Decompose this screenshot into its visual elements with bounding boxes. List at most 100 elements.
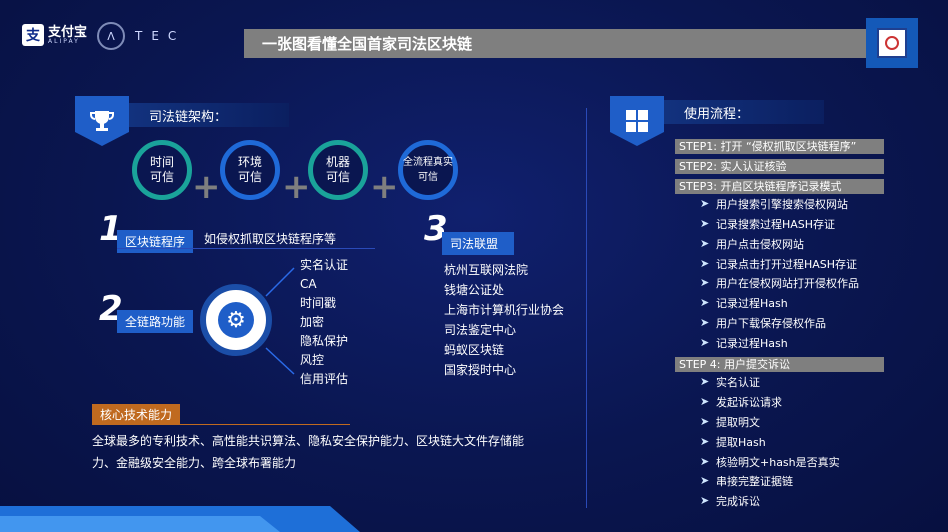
alipay-name: 支付宝 [48,24,88,40]
step-item-label: 实名认证 [716,376,760,389]
send-arrow-icon: ➤ [700,415,710,428]
step-item-label: 提取明文 [716,416,760,429]
architecture-heading-bar: 司法链架构： [129,103,289,127]
atec-name: TEC [135,29,186,43]
step3-item: ➤ 用户搜索引擎搜索侵权网站 [700,196,848,212]
feature-item: 实名认证 [300,258,349,272]
step2-bar: STEP2: 实人认证核验 [675,159,884,174]
step4-item: ➤ 提取Hash [700,434,766,450]
step-item-label: 核验明文+hash是否真实 [716,456,840,469]
step1-bar: STEP1: 打开 “侵权抓取区块链程序” [675,139,884,154]
feature-item: 信用评估 [300,372,349,386]
architecture-heading: 司法链架构： [149,109,228,125]
trophy-icon [90,111,114,131]
atec-mark-icon: Λ [97,22,125,50]
feature-item: 加密 [300,315,325,329]
page-title: 一张图看懂全国首家司法区块链 [262,35,473,53]
step-item-label: 用户点击侵权网站 [716,238,804,251]
step3-item: ➤ 用户点击侵权网站 [700,236,804,252]
step3-item: ➤ 用户在侵权网站打开侵权作品 [700,275,859,291]
circle-environment-trust: 环境 可信 [220,140,280,200]
alliance-list: 杭州互联网法院 钱塘公证处 上海市计算机行业协会 司法鉴定中心 蚂蚁区块链 国家… [444,260,564,380]
send-arrow-icon: ➤ [700,455,710,468]
step4-item: ➤ 发起诉讼请求 [700,394,782,410]
alipay-logo: 支 支付宝 ALIPAY [22,24,87,46]
circle-line1: 全流程真实 [403,157,453,168]
usage-heading-bar: 使用流程： [664,100,824,124]
step3-item: ➤ 记录过程Hash [700,335,788,351]
circle-line2: 可信 [325,170,350,184]
core-tech-desc: 全球最多的专利技术、高性能共识算法、隐私安全保护能力、区块链大文件存储能 力、金… [92,430,562,474]
circle-machine-trust: 机器 可信 [308,140,368,200]
item2-tag: 全链路功能 [117,310,194,333]
send-arrow-icon: ➤ [700,217,710,230]
feature-item: 时间戳 [300,296,337,310]
step-item-label: 发起诉讼请求 [716,396,782,409]
core-desc-line: 全球最多的专利技术、高性能共识算法、隐私安全保护能力、区块链大文件存储能 [92,434,525,448]
circle-line2: 可信 [418,172,438,183]
trophy-badge [75,96,129,146]
step-item-label: 记录搜索过程HASH存证 [716,218,836,231]
send-arrow-icon: ➤ [700,336,710,349]
step4-bar: STEP 4: 用户提交诉讼 [675,357,884,372]
page-title-bar: 一张图看懂全国首家司法区块链 [244,29,892,58]
step-item-label: 用户下载保存侵权作品 [716,317,826,330]
plus-sign: + [370,167,399,207]
alliance-member: 钱塘公证处 [444,283,505,297]
plus-sign: + [192,167,221,207]
court-emblem-icon [877,28,907,58]
send-arrow-icon: ➤ [700,435,710,448]
send-arrow-icon: ➤ [700,395,710,408]
feature-item: CA [300,277,317,291]
alliance-member: 上海市计算机行业协会 [444,303,565,317]
circle-line1: 时间 [149,155,174,169]
windows-badge [610,96,664,146]
send-arrow-icon: ➤ [700,276,710,289]
step-item-label: 记录过程Hash [716,297,788,310]
bracket-lines [265,267,295,375]
item1-desc: 如侵权抓取区块链程序等 [204,232,337,246]
step-item-label: 提取Hash [716,436,766,449]
windows-icon [626,110,648,132]
plus-sign: + [282,167,311,207]
send-arrow-icon: ➤ [700,375,710,388]
step3-item: ➤ 记录过程Hash [700,295,788,311]
item3-tag: 司法联盟 [442,232,514,255]
step3-item: ➤ 记录点击打开过程HASH存证 [700,256,857,272]
circle-process-trust: 全流程真实 可信 [398,140,458,200]
send-arrow-icon: ➤ [700,296,710,309]
send-arrow-icon: ➤ [700,237,710,250]
circle-time-trust: 时间 可信 [132,140,192,200]
alliance-member: 国家授时中心 [444,363,517,377]
section-divider [586,108,587,508]
step4-item: ➤ 核验明文+hash是否真实 [700,454,840,470]
court-badge [866,18,918,68]
step3-bar: STEP3: 开启区块链程序记录模式 [675,179,884,194]
send-arrow-icon: ➤ [700,257,710,270]
step-item-label: 记录点击打开过程HASH存证 [716,258,858,271]
core-desc-line: 力、金融级安全能力、跨全球布署能力 [92,456,297,470]
gear-icon: ⚙ [218,302,254,338]
alliance-member: 蚂蚁区块链 [444,343,505,357]
core-underline [92,424,350,425]
circle-line1: 机器 [325,155,350,169]
send-arrow-icon: ➤ [700,474,710,487]
circle-line2: 可信 [149,170,174,184]
step4-item: ➤ 串接完整证据链 [700,473,793,489]
step-item-label: 用户在侵权网站打开侵权作品 [716,277,859,290]
alipay-mark-icon: 支 [22,24,44,46]
circle-line2: 可信 [237,170,262,184]
send-arrow-icon: ➤ [700,316,710,329]
step3-item: ➤ 记录搜索过程HASH存证 [700,216,835,232]
step-item-label: 记录过程Hash [716,337,788,350]
step-item-label: 串接完整证据链 [716,475,793,488]
feature-item: 风控 [300,353,325,367]
bottom-decoration [0,506,360,532]
step4-item: ➤ 实名认证 [700,374,760,390]
features-list: 实名认证 CA 时间戳 加密 隐私保护 风控 信用评估 [300,256,348,389]
step-item-label: 用户搜索引擎搜索侵权网站 [716,198,848,211]
atec-logo: Λ TEC [97,22,185,50]
item1-underline [117,248,375,249]
circle-line1: 环境 [237,155,262,169]
alliance-member: 司法鉴定中心 [444,323,517,337]
